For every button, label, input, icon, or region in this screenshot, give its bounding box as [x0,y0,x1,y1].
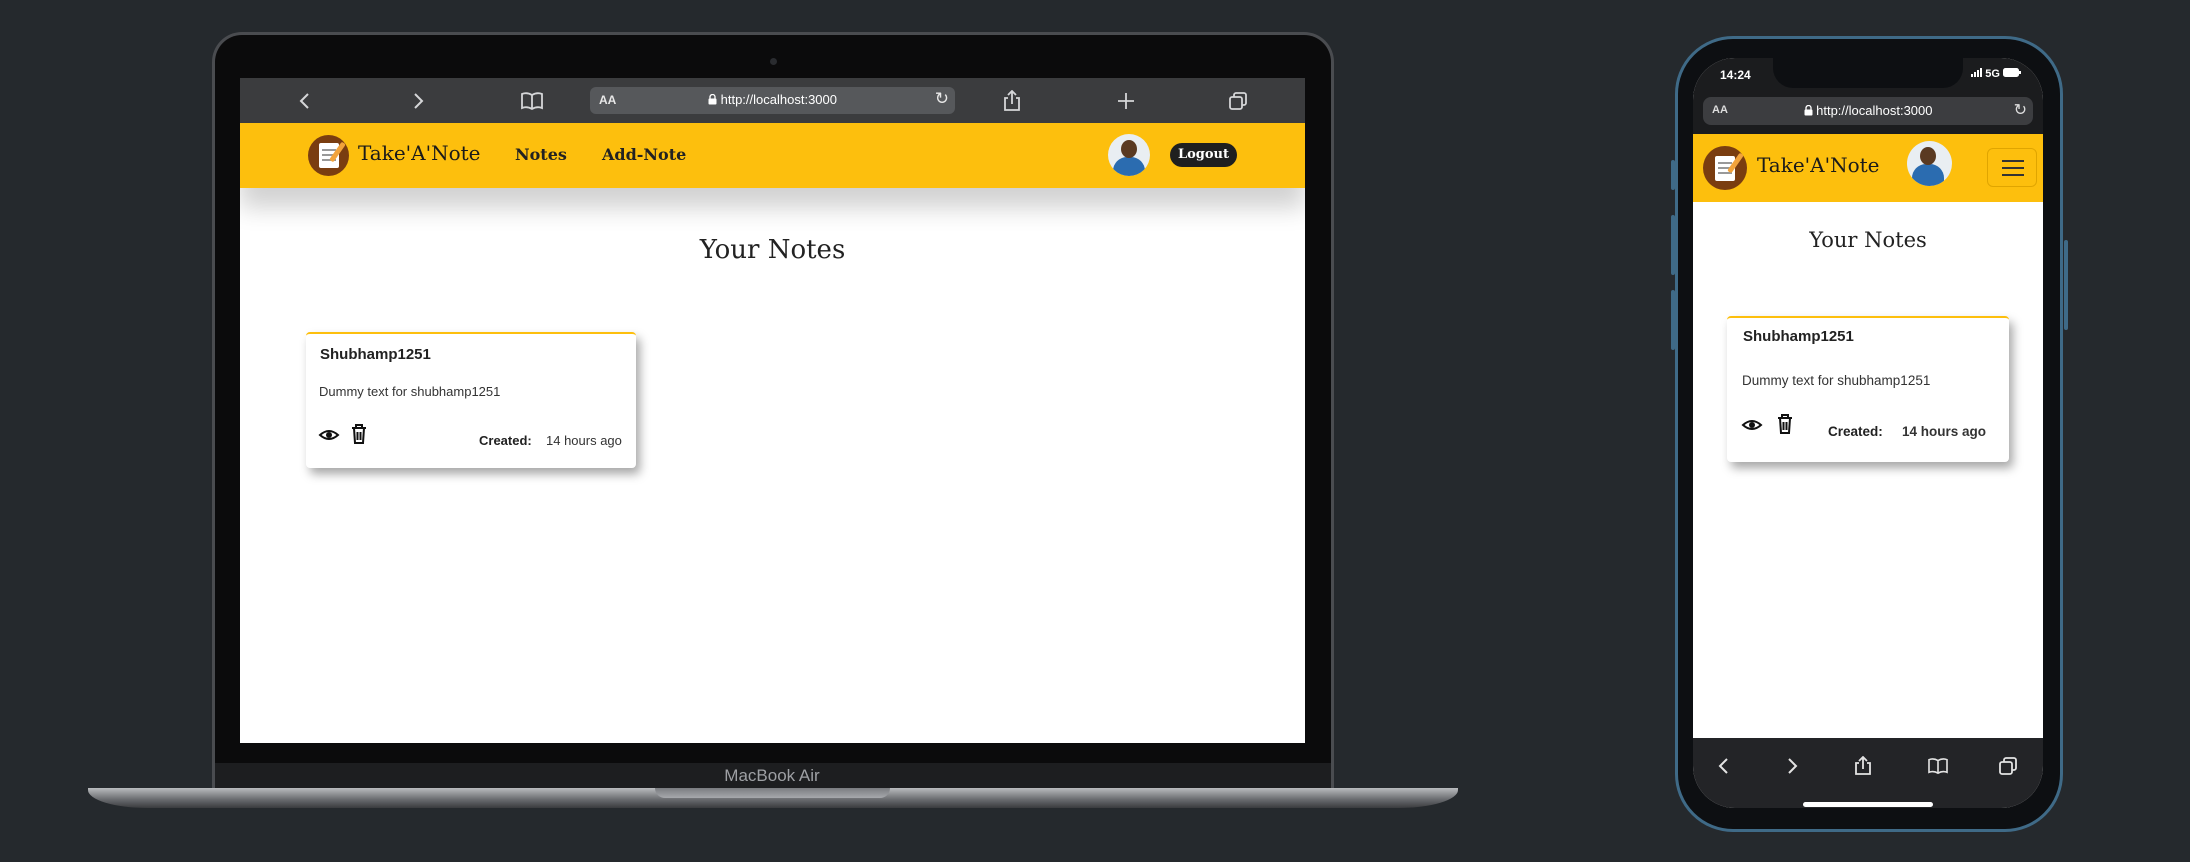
created-value: 14 hours ago [546,433,622,448]
phone-notch [1773,58,1963,88]
laptop-hinge-notch [655,788,890,798]
laptop-label: MacBook Air [724,766,820,785]
note-description: Dummy text for shubhamp1251 [1742,373,1931,388]
plus-icon[interactable] [1106,78,1146,123]
share-icon[interactable] [992,78,1032,123]
phone-status-bar: 14:24 5G [1693,58,2043,93]
brand-logo-icon[interactable] [308,135,349,176]
eye-icon[interactable] [1741,414,1763,436]
phone-address-bar[interactable]: AA http://localhost:3000 ↻ [1703,97,2033,125]
avatar[interactable] [1907,141,1952,186]
created-value: 14 hours ago [1902,424,1987,439]
eye-icon[interactable] [318,424,340,446]
share-icon[interactable] [1843,738,1883,793]
hamburger-icon[interactable] [1987,148,2037,187]
created-label: Created: [1828,424,1883,439]
created-label: Created: [479,433,532,448]
phone-note-card: Shubhamp1251 Dummy text for shubhamp1251… [1727,316,2009,462]
home-indicator [1803,802,1933,807]
brand-name[interactable]: Take'A'Note [358,141,481,165]
trash-icon[interactable] [1775,413,1797,435]
url-text: http://localhost:3000 [720,92,837,107]
book-icon[interactable] [1918,738,1958,793]
note-user: Shubhamp1251 [1743,328,1854,345]
reload-icon[interactable]: ↻ [2014,100,2027,120]
note-card: Shubhamp1251 Dummy text for shubhamp1251… [306,332,636,468]
phone-url-display: http://localhost:3000 [1703,103,2033,118]
phone-screen: 14:24 5G AA http://localhost:3000 ↻ Take… [1693,58,2043,808]
network-label: 5G [1985,68,2000,80]
lock-icon [1804,103,1817,118]
phone-page-title: Your Notes [1809,228,1927,252]
book-icon[interactable] [512,78,552,123]
signal-icon [1971,68,1985,80]
logout-button[interactable]: Logout [1170,143,1237,167]
trash-icon[interactable] [349,423,371,445]
url-display: http://localhost:3000 [590,92,955,107]
phone-brand-name[interactable]: Take'A'Note [1757,153,1880,177]
tabs-icon[interactable] [1988,738,2028,793]
tabs-icon[interactable] [1218,78,1258,123]
phone-app-navbar: Take'A'Note [1693,134,2043,202]
chevron-right-icon[interactable] [398,78,438,123]
battery-icon [2003,68,2021,80]
page-title: Your Notes [699,235,846,265]
nav-link-add-note[interactable]: Add-Note [602,145,686,164]
note-description: Dummy text for shubhamp1251 [319,384,501,399]
chevron-left-icon[interactable] [285,78,325,123]
phone-url-text: http://localhost:3000 [1816,103,1933,118]
phone-button [2064,240,2068,330]
status-time: 14:24 [1720,68,1751,82]
note-user: Shubhamp1251 [320,346,431,363]
reload-icon[interactable]: ↻ [935,89,949,109]
chevron-left-icon[interactable] [1704,738,1744,793]
status-network: 5G [1971,68,2021,80]
phone-browser-bar: AA http://localhost:3000 ↻ [1693,93,2043,134]
avatar[interactable] [1108,134,1150,176]
laptop-screen: AA http://localhost:3000 ↻ Take'A'Note N… [240,78,1305,743]
address-bar[interactable]: AA http://localhost:3000 ↻ [590,87,955,114]
chevron-right-icon[interactable] [1772,738,1812,793]
nav-link-notes[interactable]: Notes [515,145,567,164]
app-navbar: Take'A'Note Notes Add-Note Logout [240,123,1305,188]
browser-toolbar: AA http://localhost:3000 ↻ [240,78,1305,123]
phone-browser-toolbar [1693,738,2043,808]
laptop-camera [770,58,777,65]
lock-icon [708,92,721,107]
brand-logo-icon[interactable] [1703,146,1747,190]
